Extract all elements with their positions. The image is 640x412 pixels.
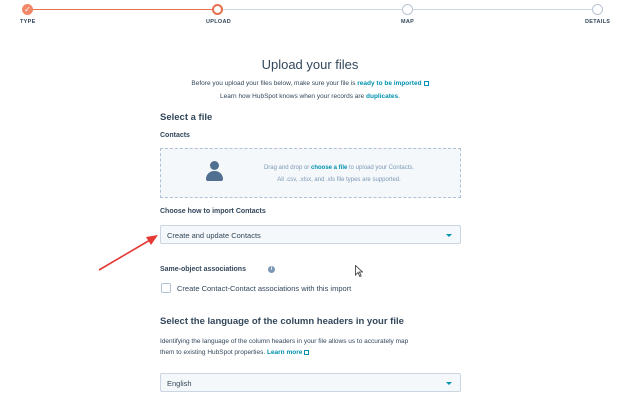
language-value: English xyxy=(167,379,192,388)
choose-file-link[interactable]: choose a file xyxy=(311,165,347,171)
chevron-down-icon-2 xyxy=(446,382,452,385)
dropzone-formats: All .csv, .xlsx, and .xls file types are… xyxy=(277,177,401,183)
step-map-label: MAP xyxy=(401,19,415,25)
file-dropzone[interactable]: Drag and drop or choose a file to upload… xyxy=(160,148,461,198)
language-select[interactable]: English xyxy=(160,373,461,392)
chevron-down-icon xyxy=(446,234,452,237)
info-icon[interactable]: i xyxy=(268,266,275,273)
import-mode-select[interactable]: Create and update Contacts xyxy=(160,225,461,244)
language-description-line-1: Identifying the language of the column h… xyxy=(160,338,409,345)
associations-label: Same-object associations xyxy=(160,266,246,273)
intro-line-2: Learn how HubSpot knows when your record… xyxy=(0,93,620,100)
step-details-dot xyxy=(592,4,603,15)
external-link-icon xyxy=(423,80,429,86)
language-description-line-2: them to existing HubSpot properties. Lea… xyxy=(160,348,310,357)
language-heading: Select the language of the column header… xyxy=(160,316,404,327)
external-link-icon-2 xyxy=(304,349,310,355)
import-mode-label: Choose how to import Contacts xyxy=(160,208,266,215)
associations-checkbox-label[interactable]: Create Contact-Contact associations with… xyxy=(177,284,351,293)
step-type-check-icon: ✓ xyxy=(22,4,33,15)
select-file-heading: Select a file xyxy=(160,112,213,123)
intro-text-2: Learn how HubSpot knows when your record… xyxy=(220,93,365,100)
step-upload-dot xyxy=(212,4,223,15)
stepper-progress-line xyxy=(27,9,217,10)
step-details-label: DETAILS xyxy=(585,19,611,25)
mouse-pointer-icon xyxy=(355,265,363,277)
associations-checkbox[interactable] xyxy=(161,283,171,293)
duplicates-link[interactable]: duplicates xyxy=(366,93,398,100)
dropzone-text-prefix: Drag and drop or xyxy=(263,165,310,171)
step-type-label: TYPE xyxy=(20,19,36,25)
import-mode-value: Create and update Contacts xyxy=(167,231,261,240)
intro-text: Before you upload your files below, make… xyxy=(191,80,356,87)
intro-period: . xyxy=(398,93,400,100)
step-upload-label: UPLOAD xyxy=(206,19,232,25)
step-map-dot xyxy=(402,4,413,15)
language-description-text: them to existing HubSpot properties. xyxy=(160,349,266,356)
dropzone-instruction: Drag and drop or choose a file to upload… xyxy=(219,165,459,171)
learn-more-link[interactable]: Learn more xyxy=(267,349,302,356)
dropzone-text-suffix: to upload your Contacts. xyxy=(349,165,415,171)
contacts-label: Contacts xyxy=(160,132,190,139)
intro-line-1: Before you upload your files below, make… xyxy=(0,80,620,87)
ready-to-import-link[interactable]: ready to be imported xyxy=(357,80,421,87)
page-title: Upload your files xyxy=(261,57,359,72)
import-stepper: ✓ TYPE UPLOAD MAP DETAILS xyxy=(0,0,640,30)
